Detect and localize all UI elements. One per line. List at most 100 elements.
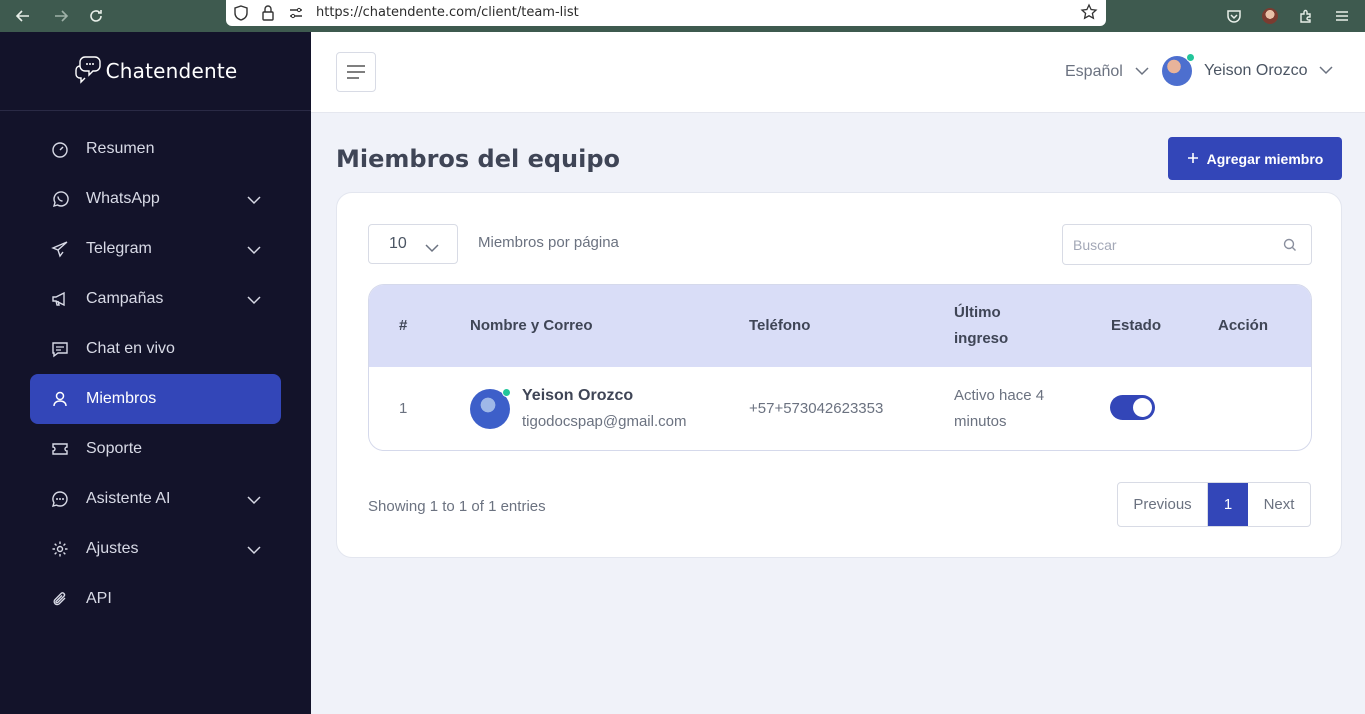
member-last-login-line1: Activo hace 4 bbox=[954, 387, 1045, 404]
reload-icon[interactable] bbox=[83, 3, 109, 29]
ticket-icon bbox=[50, 439, 70, 459]
chevron-down-icon bbox=[247, 192, 261, 210]
sidebar-item-label: Chat en vivo bbox=[86, 340, 175, 357]
chevron-down-icon bbox=[247, 292, 261, 310]
status-toggle[interactable] bbox=[1110, 395, 1155, 420]
back-arrow-icon[interactable] bbox=[10, 3, 36, 29]
sidebar: Chatendente Resumen WhatsApp Telegram Ca… bbox=[0, 32, 311, 714]
members-table: # Nombre y Correo Teléfono Último ingres… bbox=[368, 284, 1312, 451]
language-label: Español bbox=[1065, 63, 1123, 80]
lock-icon bbox=[260, 4, 276, 27]
column-header-last-login-line1: Último bbox=[954, 304, 1001, 321]
top-header: Español Yeison Orozco bbox=[311, 32, 1365, 113]
add-member-label: Agregar miembro bbox=[1206, 150, 1324, 167]
profile-icon[interactable] bbox=[1257, 3, 1283, 29]
member-last-login-line2: minutos bbox=[954, 413, 1007, 430]
chevron-down-icon bbox=[1135, 63, 1149, 81]
permissions-icon[interactable] bbox=[288, 5, 304, 26]
sidebar-item-label: Campañas bbox=[86, 290, 164, 307]
chat-bubbles-logo-icon bbox=[74, 54, 102, 89]
sidebar-item-whatsapp[interactable]: WhatsApp bbox=[30, 174, 281, 224]
chevron-down-icon bbox=[1319, 62, 1333, 80]
per-page-value: 10 bbox=[389, 235, 407, 252]
avatar bbox=[470, 388, 511, 429]
megaphone-icon bbox=[50, 289, 70, 309]
chat-icon bbox=[50, 339, 70, 359]
pagination-page-1[interactable]: 1 bbox=[1208, 483, 1248, 526]
whatsapp-icon bbox=[50, 189, 70, 209]
column-header-index: # bbox=[399, 317, 408, 334]
forward-arrow-icon[interactable] bbox=[48, 3, 74, 29]
url-text[interactable]: https://chatendente.com/client/team-list bbox=[316, 5, 579, 20]
sidebar-item-asistente-ai[interactable]: Asistente AI bbox=[30, 474, 281, 524]
column-header-name: Nombre y Correo bbox=[470, 317, 593, 334]
sidebar-item-label: Ajustes bbox=[86, 540, 139, 557]
sidebar-item-label: API bbox=[86, 590, 112, 607]
search-input[interactable] bbox=[1063, 225, 1263, 264]
page-title: Miembros del equipo bbox=[336, 145, 621, 173]
pagination-previous[interactable]: Previous bbox=[1118, 483, 1208, 526]
plus-icon bbox=[1187, 151, 1199, 167]
members-card: 10 Miembros por página # Nombre y Correo… bbox=[336, 192, 1342, 558]
sidebar-item-label: Asistente AI bbox=[86, 490, 171, 507]
member-name[interactable]: Yeison Orozco bbox=[522, 383, 686, 409]
search-icon[interactable] bbox=[1283, 238, 1297, 257]
hamburger-menu-button[interactable] bbox=[336, 52, 376, 92]
chevron-down-icon bbox=[247, 492, 261, 510]
per-page-select[interactable]: 10 bbox=[368, 224, 458, 264]
language-selector[interactable]: Español bbox=[1065, 63, 1149, 81]
brand-logo[interactable]: Chatendente bbox=[0, 32, 311, 111]
menu-icon[interactable] bbox=[1329, 3, 1355, 29]
showing-entries-text: Showing 1 to 1 of 1 entries bbox=[368, 498, 546, 515]
sidebar-item-resumen[interactable]: Resumen bbox=[30, 124, 281, 174]
gear-icon bbox=[50, 539, 70, 559]
table-header: # Nombre y Correo Teléfono Último ingres… bbox=[369, 285, 1311, 367]
table-row: 1 Yeison Orozco tigodocspap@gmail.com +5… bbox=[369, 367, 1311, 450]
ai-bubble-icon bbox=[50, 489, 70, 509]
column-header-last-login-line2: ingreso bbox=[954, 330, 1009, 347]
online-status-dot bbox=[502, 388, 511, 397]
sidebar-item-label: Resumen bbox=[86, 140, 155, 157]
sidebar-item-telegram[interactable]: Telegram bbox=[30, 224, 281, 274]
member-last-login: Activo hace 4 minutos bbox=[954, 383, 1044, 435]
sidebar-item-label: WhatsApp bbox=[86, 190, 160, 207]
sidebar-item-label: Telegram bbox=[86, 240, 152, 257]
extensions-icon[interactable] bbox=[1293, 3, 1319, 29]
telegram-icon bbox=[50, 239, 70, 259]
shield-icon bbox=[232, 4, 250, 27]
bookmark-star-icon[interactable] bbox=[1080, 3, 1098, 26]
pagination-next[interactable]: Next bbox=[1248, 483, 1310, 526]
paperclip-icon bbox=[50, 589, 70, 609]
user-menu[interactable]: Yeison Orozco bbox=[1162, 53, 1333, 86]
column-header-action: Acción bbox=[1218, 317, 1269, 334]
pocket-icon[interactable] bbox=[1221, 3, 1247, 29]
sidebar-item-miembros[interactable]: Miembros bbox=[30, 374, 281, 424]
sidebar-item-ajustes[interactable]: Ajustes bbox=[30, 524, 281, 574]
sidebar-item-soporte[interactable]: Soporte bbox=[30, 424, 281, 474]
column-header-status: Estado bbox=[1111, 317, 1162, 334]
sidebar-item-chat-en-vivo[interactable]: Chat en vivo bbox=[30, 324, 281, 374]
address-bar[interactable]: https://chatendente.com/client/team-list bbox=[226, 0, 1106, 26]
user-icon bbox=[50, 389, 70, 409]
sidebar-menu: Resumen WhatsApp Telegram Campañas Chat … bbox=[30, 124, 281, 624]
hamburger-icon bbox=[347, 65, 365, 79]
chevron-down-icon bbox=[425, 240, 439, 258]
chevron-down-icon bbox=[247, 242, 261, 260]
search-box bbox=[1062, 224, 1312, 265]
toggle-knob bbox=[1133, 398, 1152, 417]
sidebar-item-campanas[interactable]: Campañas bbox=[30, 274, 281, 324]
sidebar-item-api[interactable]: API bbox=[30, 574, 281, 624]
add-member-button[interactable]: Agregar miembro bbox=[1168, 137, 1342, 180]
sidebar-item-label: Miembros bbox=[86, 390, 157, 407]
per-page-label: Miembros por página bbox=[478, 234, 619, 251]
row-index: 1 bbox=[399, 400, 408, 417]
column-header-phone: Teléfono bbox=[749, 317, 811, 334]
pagination: Previous 1 Next bbox=[1117, 482, 1311, 527]
brand-name: Chatendente bbox=[105, 59, 238, 83]
browser-toolbar: https://chatendente.com/client/team-list bbox=[0, 0, 1365, 32]
member-email: tigodocspap@gmail.com bbox=[522, 413, 687, 430]
column-header-last-login: Último ingreso bbox=[954, 300, 1008, 352]
member-phone: +57+573042623353 bbox=[749, 400, 884, 417]
member-name-email: Yeison Orozco tigodocspap@gmail.com bbox=[522, 383, 686, 435]
avatar bbox=[1162, 53, 1195, 86]
